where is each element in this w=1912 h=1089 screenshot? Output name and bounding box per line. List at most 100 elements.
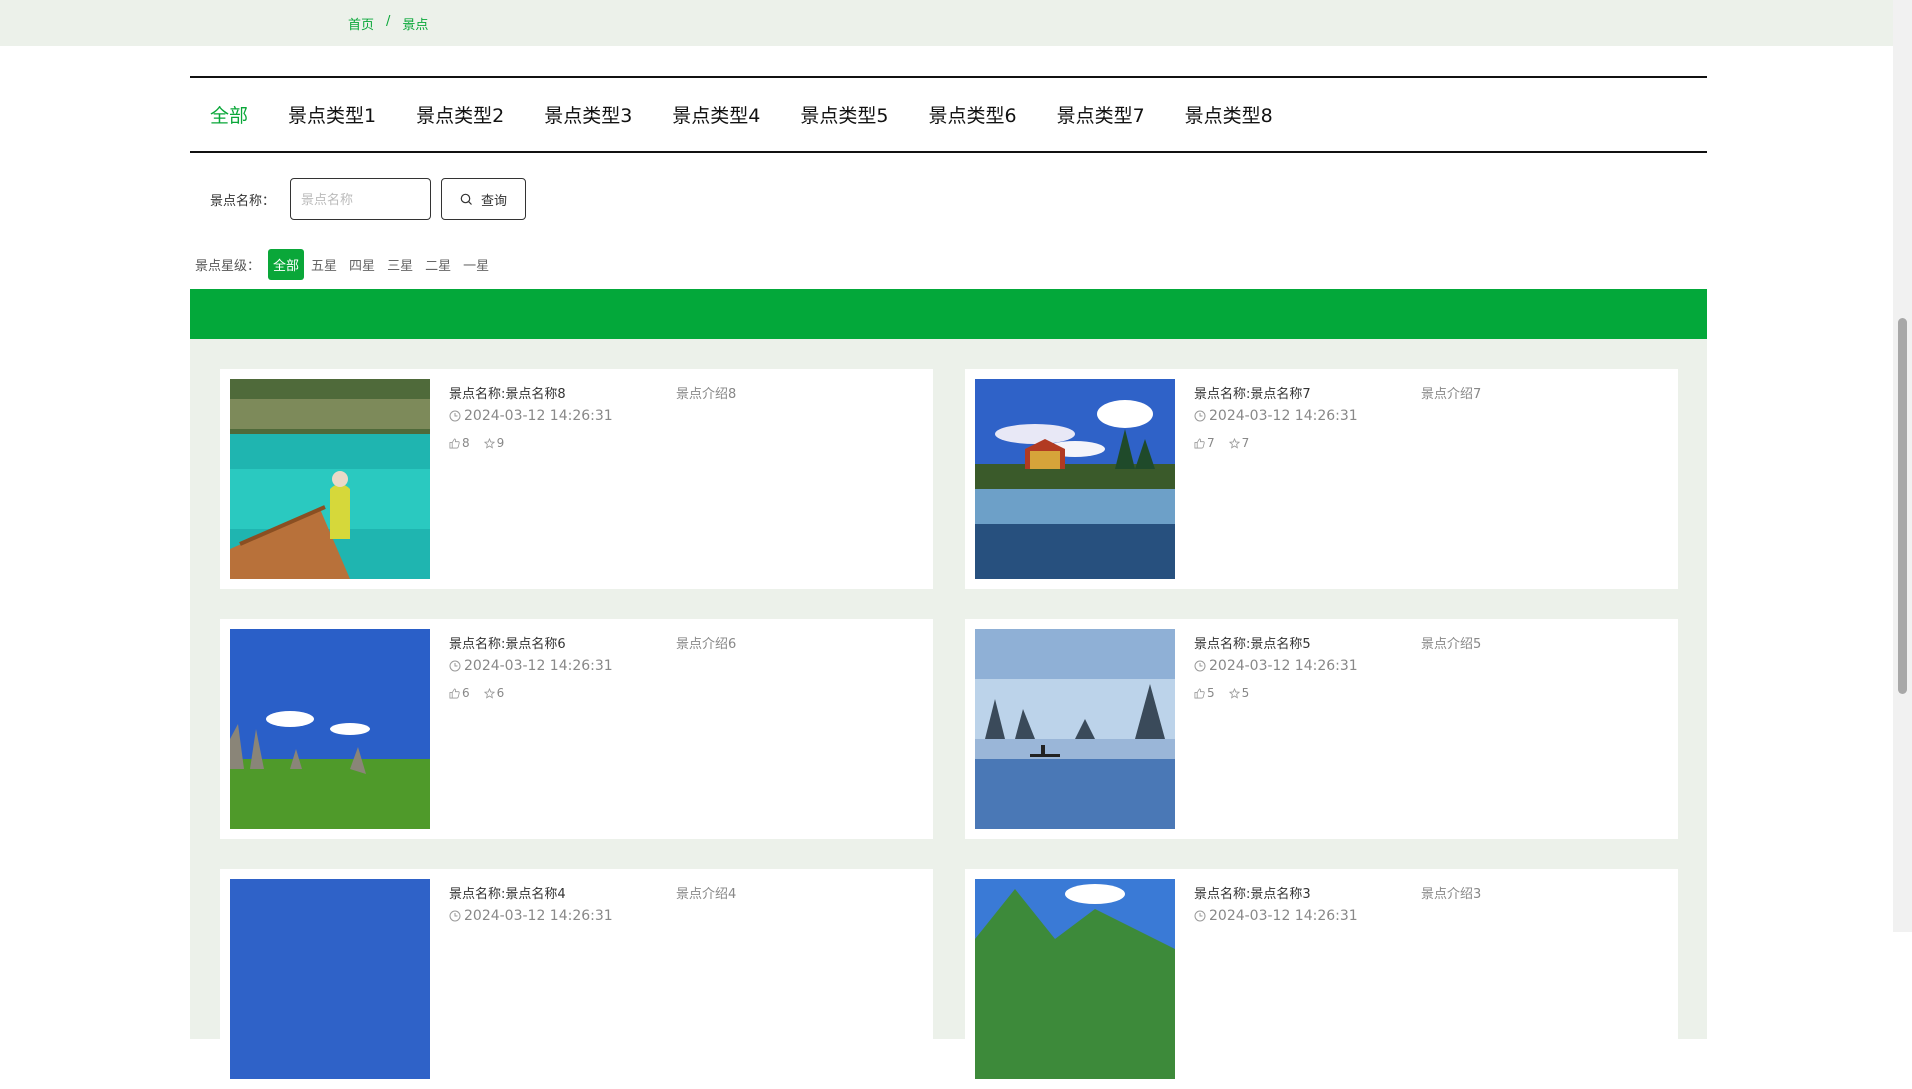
attraction-time-text: 2024-03-12 14:26:31 (1209, 408, 1358, 424)
attraction-image[interactable] (230, 629, 430, 829)
clock-icon (449, 660, 461, 672)
tab-type-5[interactable]: 景点类型5 (800, 101, 888, 128)
favorite-count-text: 9 (496, 436, 505, 450)
attraction-time-text: 2024-03-12 14:26:31 (1209, 908, 1358, 924)
attraction-time: 2024-03-12 14:26:31 (1194, 908, 1358, 924)
attraction-time-text: 2024-03-12 14:26:31 (464, 908, 613, 924)
attraction-time-text: 2024-03-12 14:26:31 (464, 658, 613, 674)
tab-type-7[interactable]: 景点类型7 (1057, 101, 1145, 128)
attraction-intro: 景点介绍4 (676, 887, 737, 902)
like-count-text: 6 (462, 686, 470, 700)
attraction-image[interactable] (230, 879, 430, 1079)
star-icon (483, 687, 495, 699)
type-tabs: 全部 景点类型1 景点类型2 景点类型3 景点类型4 景点类型5 景点类型6 景… (190, 76, 1707, 153)
attraction-intro: 景点介绍6 (676, 637, 737, 652)
star-option-three[interactable]: 三星 (382, 249, 418, 280)
attraction-image[interactable] (230, 379, 430, 579)
attraction-card[interactable]: 景点名称:景点名称7 景点介绍7 2024-03-12 14:26:31 7 7 (965, 369, 1678, 589)
favorite-count-text: 6 (496, 686, 505, 700)
clock-icon (1194, 660, 1206, 672)
search-input[interactable] (290, 178, 431, 220)
attraction-time: 2024-03-12 14:26:31 (1194, 658, 1358, 674)
like-count[interactable]: 8 (449, 436, 470, 450)
tab-type-1[interactable]: 景点类型1 (288, 101, 376, 128)
favorite-count[interactable]: 7 (1228, 436, 1250, 450)
attraction-intro: 景点介绍5 (1421, 637, 1482, 652)
attraction-card[interactable]: 景点名称:景点名称6 景点介绍6 2024-03-12 14:26:31 6 6 (220, 619, 933, 839)
attraction-card[interactable]: 景点名称:景点名称8 景点介绍8 2024-03-12 14:26:31 8 9 (220, 369, 933, 589)
main-content: 全部 景点类型1 景点类型2 景点类型3 景点类型4 景点类型5 景点类型6 景… (190, 76, 1707, 1089)
attraction-time: 2024-03-12 14:26:31 (449, 408, 613, 424)
clock-icon (449, 910, 461, 922)
thumbs-up-icon (1194, 688, 1205, 698)
star-icon (1228, 437, 1240, 449)
star-icon (1228, 687, 1240, 699)
thumbs-up-icon (1194, 438, 1205, 448)
attraction-stats: 8 9 (449, 436, 504, 450)
star-option-one[interactable]: 一星 (458, 249, 494, 280)
attraction-time-text: 2024-03-12 14:26:31 (1209, 658, 1358, 674)
favorite-count-text: 5 (1241, 686, 1250, 700)
star-option-two[interactable]: 二星 (420, 249, 456, 280)
page-scrollbar[interactable] (1893, 0, 1912, 932)
clock-icon (1194, 910, 1206, 922)
attraction-name[interactable]: 景点名称:景点名称4 (449, 883, 566, 902)
breadcrumb-current: 景点 (402, 18, 429, 33)
thumbs-up-icon (449, 438, 460, 448)
tab-type-4[interactable]: 景点类型4 (672, 101, 760, 128)
like-count-text: 7 (1207, 436, 1215, 450)
breadcrumb: 首页 / 景点 (348, 14, 428, 33)
attraction-time-text: 2024-03-12 14:26:31 (464, 408, 613, 424)
star-option-all[interactable]: 全部 (268, 248, 305, 280)
like-count-text: 5 (1207, 686, 1215, 700)
attraction-name[interactable]: 景点名称:景点名称5 (1194, 633, 1311, 652)
attraction-name[interactable]: 景点名称:景点名称6 (449, 633, 566, 652)
attraction-time: 2024-03-12 14:26:31 (1194, 408, 1358, 424)
search-icon (460, 193, 472, 205)
favorite-count[interactable]: 6 (483, 686, 505, 700)
green-banner (190, 289, 1707, 339)
like-count[interactable]: 6 (449, 686, 470, 700)
like-count-text: 8 (462, 436, 470, 450)
attraction-card[interactable]: 景点名称:景点名称3 景点介绍3 2024-03-12 14:26:31 (965, 869, 1678, 1089)
search-label: 景点名称： (210, 193, 276, 209)
attraction-card[interactable]: 景点名称:景点名称4 景点介绍4 2024-03-12 14:26:31 (220, 869, 933, 1089)
breadcrumb-home-link[interactable]: 首页 (348, 14, 374, 33)
attraction-intro: 景点介绍7 (1421, 387, 1482, 402)
search-row: 景点名称： 查询 (190, 178, 526, 220)
clock-icon (449, 410, 461, 422)
thumbs-up-icon (449, 688, 460, 698)
star-option-four[interactable]: 四星 (344, 249, 380, 280)
attraction-intro: 景点介绍8 (676, 387, 737, 402)
scrollbar-thumb[interactable] (1898, 318, 1907, 694)
attraction-stats: 6 6 (449, 686, 504, 700)
attraction-stats: 7 7 (1194, 436, 1249, 450)
tab-type-8[interactable]: 景点类型8 (1185, 101, 1273, 128)
attraction-image[interactable] (975, 629, 1175, 829)
tab-type-2[interactable]: 景点类型2 (416, 101, 504, 128)
favorite-count-text: 7 (1241, 436, 1250, 450)
search-button[interactable]: 查询 (441, 178, 526, 220)
favorite-count[interactable]: 5 (1228, 686, 1250, 700)
attraction-name[interactable]: 景点名称:景点名称8 (449, 383, 566, 402)
attraction-intro: 景点介绍3 (1421, 887, 1482, 902)
tab-type-3[interactable]: 景点类型3 (544, 101, 632, 128)
clock-icon (1194, 410, 1206, 422)
star-option-five[interactable]: 五星 (306, 249, 342, 280)
attraction-name[interactable]: 景点名称:景点名称7 (1194, 383, 1311, 402)
attraction-time: 2024-03-12 14:26:31 (449, 658, 613, 674)
attraction-image[interactable] (975, 379, 1175, 579)
favorite-count[interactable]: 9 (483, 436, 505, 450)
like-count[interactable]: 7 (1194, 436, 1215, 450)
star-filter: 景点星级： 全部 五星 四星 三星 二星 一星 (195, 248, 496, 280)
star-filter-label: 景点星级： (195, 258, 261, 274)
breadcrumb-separator: / (386, 14, 391, 29)
attraction-grid: 景点名称:景点名称8 景点介绍8 2024-03-12 14:26:31 8 9 (190, 339, 1707, 1089)
search-button-label: 查询 (480, 192, 507, 208)
attraction-card[interactable]: 景点名称:景点名称5 景点介绍5 2024-03-12 14:26:31 5 5 (965, 619, 1678, 839)
tab-type-6[interactable]: 景点类型6 (928, 101, 1016, 128)
tab-all[interactable]: 全部 (210, 101, 248, 128)
attraction-image[interactable] (975, 879, 1175, 1079)
attraction-name[interactable]: 景点名称:景点名称3 (1194, 883, 1311, 902)
like-count[interactable]: 5 (1194, 686, 1215, 700)
